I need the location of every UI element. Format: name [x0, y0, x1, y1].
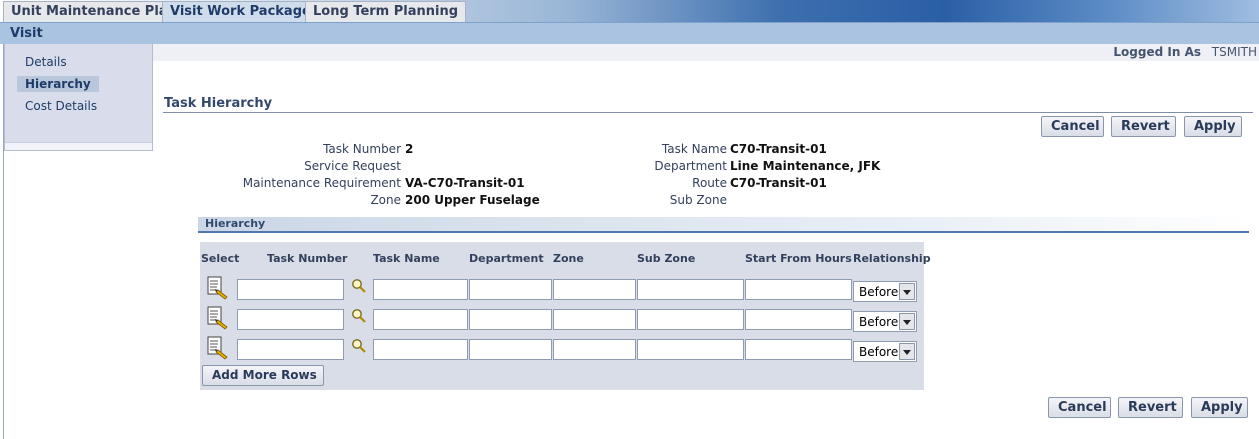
route-label: Route [692, 176, 727, 190]
sidebar-item-cost-details[interactable]: Cost Details [17, 98, 105, 114]
relationship-select[interactable]: Before [853, 311, 917, 332]
sidebar-item-details[interactable]: Details [17, 54, 75, 70]
chevron-down-icon[interactable] [899, 313, 915, 330]
zone-value: 200 Upper Fuselage [405, 193, 540, 207]
relationship-value: Before [859, 345, 899, 359]
zone-input[interactable] [553, 339, 636, 360]
side-navigation: Details Hierarchy Cost Details [4, 44, 153, 151]
relationship-select[interactable]: Before [853, 281, 917, 302]
relationship-value: Before [859, 315, 899, 329]
hierarchy-section-title: Hierarchy [205, 217, 266, 230]
sidebar-footer [5, 142, 152, 150]
revert-button-top[interactable]: Revert [1111, 116, 1176, 137]
zone-input[interactable] [553, 309, 636, 330]
route-value: C70-Transit-01 [730, 176, 827, 190]
task-name-input[interactable] [373, 279, 468, 300]
apply-button-top[interactable]: Apply [1184, 116, 1242, 137]
maintenance-requirement-label: Maintenance Requirement [242, 176, 401, 190]
hierarchy-divider [198, 231, 1249, 233]
task-name-value: C70-Transit-01 [730, 142, 827, 156]
title-divider [163, 112, 1253, 113]
top-tab-bar: Unit Maintenance Plan Visit Work Package… [0, 0, 1259, 22]
tab-visit-work-package[interactable]: Visit Work Package [162, 1, 319, 22]
task-number-input[interactable] [237, 339, 344, 360]
task-number-value: 2 [405, 142, 414, 156]
task-number-label: Task Number [323, 142, 401, 156]
page-title: Task Hierarchy [164, 96, 273, 111]
revert-button-bottom[interactable]: Revert [1118, 397, 1183, 418]
task-name-label: Task Name [661, 142, 727, 156]
zone-label: Zone [370, 193, 401, 207]
task-number-input[interactable] [237, 279, 344, 300]
tab-unit-maintenance-plan[interactable]: Unit Maintenance Plan [3, 1, 185, 22]
task-name-input[interactable] [373, 309, 468, 330]
task-number-input[interactable] [237, 309, 344, 330]
column-header-sub-zone: Sub Zone [637, 252, 696, 265]
sidebar-item-hierarchy[interactable]: Hierarchy [17, 76, 99, 92]
zone-input[interactable] [553, 279, 636, 300]
department-input[interactable] [469, 339, 552, 360]
sub-zone-input[interactable] [637, 339, 744, 360]
column-header-department: Department [469, 252, 544, 265]
subtab-bar: Visit [0, 22, 1259, 44]
task-name-input[interactable] [373, 339, 468, 360]
start-from-hours-input[interactable] [745, 309, 852, 330]
logged-in-user: TSMITH [1211, 45, 1257, 59]
chevron-down-icon[interactable] [899, 343, 915, 360]
search-icon[interactable] [351, 278, 367, 294]
select-row-icon[interactable] [206, 336, 230, 360]
column-header-relationship: Relationship [853, 252, 931, 265]
cancel-button-top[interactable]: Cancel [1041, 116, 1104, 137]
select-row-icon[interactable] [206, 306, 230, 330]
column-header-start-from-hours: Start From Hours [745, 252, 852, 265]
cancel-button-bottom[interactable]: Cancel [1048, 397, 1111, 418]
user-info-bar: Logged In As TSMITH [153, 44, 1259, 61]
subtab-visit[interactable]: Visit [10, 26, 43, 41]
department-value: Line Maintenance, JFK [730, 159, 881, 173]
service-request-label: Service Request [304, 159, 401, 173]
department-input[interactable] [469, 279, 552, 300]
department-input[interactable] [469, 309, 552, 330]
relationship-value: Before [859, 285, 899, 299]
department-label: Department [654, 159, 727, 173]
sub-zone-input[interactable] [637, 279, 744, 300]
column-header-task-name: Task Name [373, 252, 440, 265]
tab-long-term-planning[interactable]: Long Term Planning [305, 1, 467, 22]
search-icon[interactable] [351, 338, 367, 354]
search-icon[interactable] [351, 308, 367, 324]
column-header-task-number: Task Number [267, 252, 348, 265]
select-row-icon[interactable] [206, 276, 230, 300]
chevron-down-icon[interactable] [899, 283, 915, 300]
hierarchy-table: Select Task Number Task Name Department … [200, 242, 931, 390]
hierarchy-section-header: Hierarchy [198, 217, 1249, 231]
start-from-hours-input[interactable] [745, 279, 852, 300]
sub-zone-label: Sub Zone [669, 193, 727, 207]
logged-in-label: Logged In As [1113, 45, 1201, 59]
apply-button-bottom[interactable]: Apply [1191, 397, 1248, 418]
sub-zone-input[interactable] [637, 309, 744, 330]
relationship-select[interactable]: Before [853, 341, 917, 362]
column-header-select: Select [201, 252, 240, 265]
start-from-hours-input[interactable] [745, 339, 852, 360]
column-header-zone: Zone [553, 252, 584, 265]
maintenance-requirement-value: VA-C70-Transit-01 [405, 176, 525, 190]
add-more-rows-button[interactable]: Add More Rows [202, 365, 324, 386]
